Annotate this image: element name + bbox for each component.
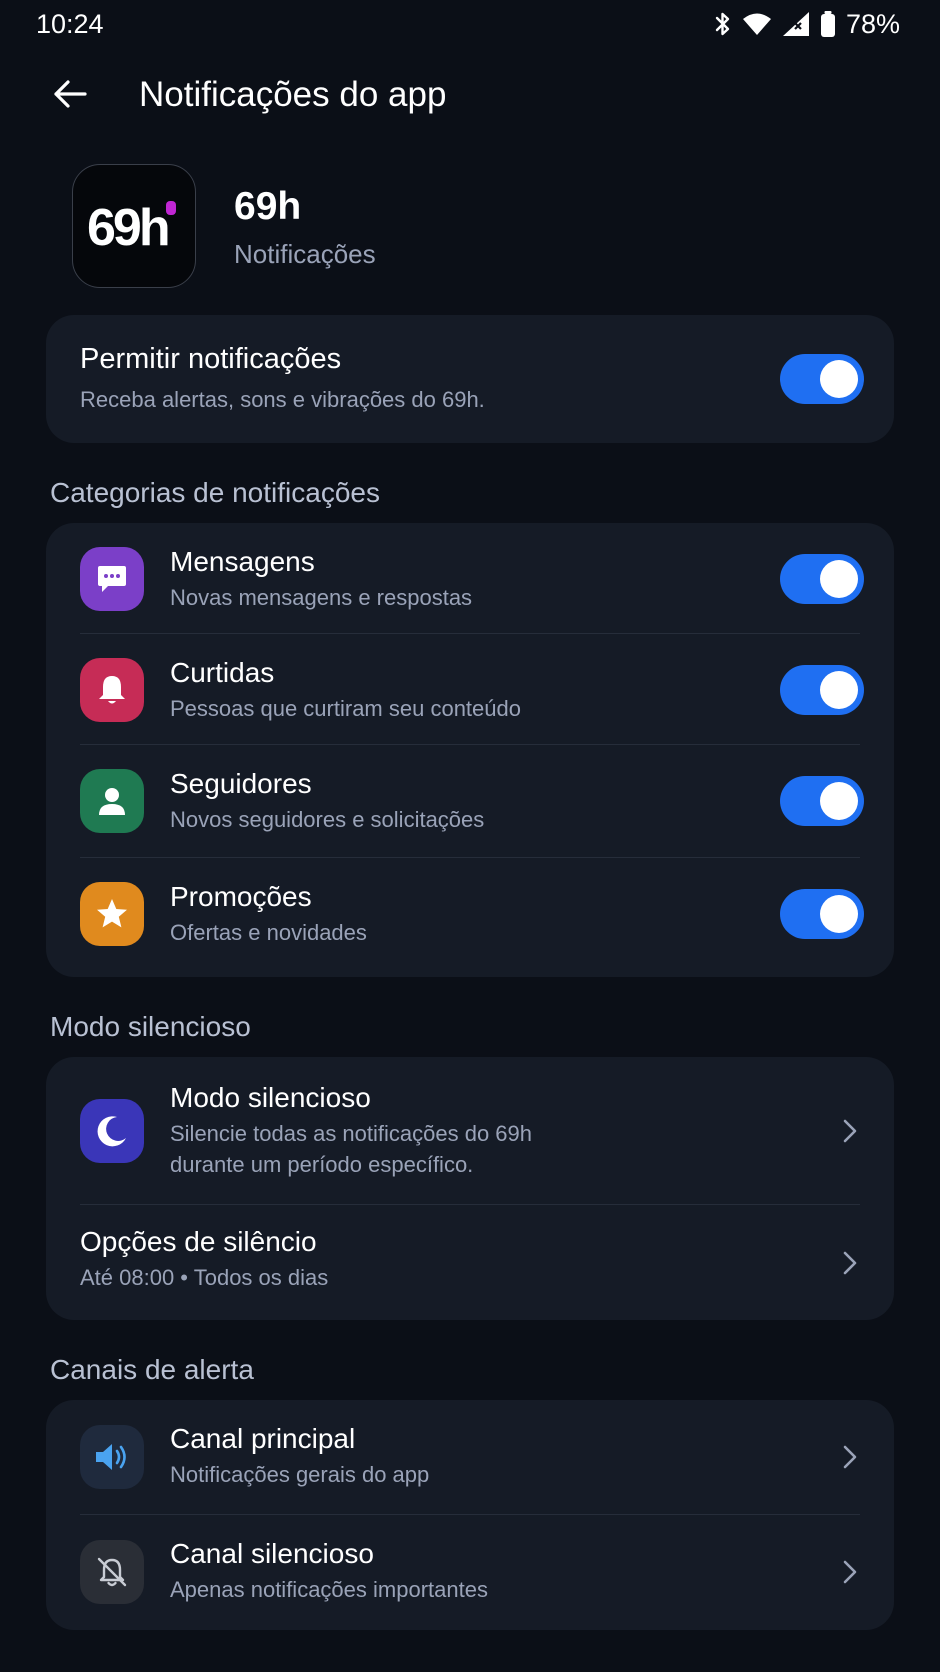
- arrow-back-icon: [53, 79, 87, 114]
- channels-card: Canal principal Notificações gerais do a…: [46, 1400, 894, 1630]
- silent-mode-subtitle-line1: Silencie todas as notificações do 69h: [170, 1121, 533, 1146]
- page-title: Notificações do app: [139, 75, 447, 114]
- categories-card: Mensagens Novas mensagens e respostas Cu…: [46, 523, 894, 977]
- toggle-curtidas[interactable]: [780, 665, 864, 715]
- chevron-right-icon: [836, 1117, 864, 1145]
- chat-bubble-icon: [80, 547, 144, 611]
- moon-icon: [80, 1099, 144, 1163]
- app-header: 69h 69h Notificações: [72, 164, 872, 290]
- toggle-knob: [820, 560, 858, 598]
- silent-mode-title: Modo silencioso: [170, 1082, 371, 1113]
- category-title: Curtidas: [170, 657, 275, 688]
- allow-notifications-card: Permitir notificações Receba alertas, so…: [46, 315, 894, 443]
- allow-notifications-row[interactable]: Permitir notificações Receba alertas, so…: [46, 315, 894, 443]
- silence-options-subtitle: Até 08:00 • Todos os dias: [80, 1265, 329, 1290]
- back-button[interactable]: [40, 66, 100, 126]
- category-subtitle: Pessoas que curtiram seu conteúdo: [170, 696, 521, 721]
- category-title: Mensagens: [170, 546, 315, 577]
- status-time: 10:24: [36, 9, 104, 39]
- toggle-seguidores[interactable]: [780, 776, 864, 826]
- allow-subtitle: Receba alertas, sons e vibrações do 69h.: [80, 387, 485, 412]
- bell-icon: [80, 658, 144, 722]
- allow-title: Permitir notificações: [80, 343, 342, 375]
- star-icon: [80, 882, 144, 946]
- app-subtitle: Notificações: [234, 239, 376, 269]
- bluetooth-icon: [714, 10, 732, 38]
- silent-mode-subtitle-line2: durante um período específico.: [170, 1152, 474, 1177]
- silence-options-row[interactable]: Opções de silêncio Até 08:00 • Todos os …: [46, 1205, 894, 1320]
- cell-signal-icon: [782, 11, 810, 37]
- silence-options-title: Opções de silêncio: [80, 1226, 317, 1257]
- category-row-curtidas[interactable]: Curtidas Pessoas que curtiram seu conteú…: [46, 634, 894, 744]
- category-row-mensagens[interactable]: Mensagens Novas mensagens e respostas: [46, 523, 894, 633]
- section-title-categories: Categorias de notificações: [50, 477, 380, 508]
- chevron-right-icon: [836, 1249, 864, 1277]
- channel-row-principal[interactable]: Canal principal Notificações gerais do a…: [46, 1400, 894, 1514]
- channel-subtitle: Apenas notificações importantes: [170, 1577, 488, 1602]
- app-logo: 69h: [72, 164, 196, 288]
- toggle-mensagens[interactable]: [780, 554, 864, 604]
- category-subtitle: Novos seguidores e solicitações: [170, 807, 485, 832]
- allow-notifications-toggle[interactable]: [780, 354, 864, 404]
- speaker-icon: [80, 1425, 144, 1489]
- toggle-knob: [820, 360, 858, 398]
- toggle-knob: [820, 895, 858, 933]
- category-subtitle: Novas mensagens e respostas: [170, 585, 473, 610]
- channel-title: Canal principal: [170, 1423, 356, 1454]
- status-icons: 78%: [714, 8, 900, 40]
- bell-off-icon: [80, 1540, 144, 1604]
- category-subtitle: Ofertas e novidades: [170, 920, 367, 945]
- chevron-right-icon: [836, 1443, 864, 1471]
- section-title-silent: Modo silencioso: [50, 1011, 251, 1042]
- silent-card: Modo silencioso Silencie todas as notifi…: [46, 1057, 894, 1320]
- battery-percent: 78%: [845, 9, 900, 39]
- section-title-channels: Canais de alerta: [50, 1354, 254, 1385]
- chevron-right-icon: [836, 1558, 864, 1586]
- silent-mode-row[interactable]: Modo silencioso Silencie todas as notifi…: [46, 1057, 894, 1204]
- status-bar: 10:24 78%: [0, 0, 940, 50]
- channel-row-silencioso[interactable]: Canal silencioso Apenas notificações imp…: [46, 1515, 894, 1630]
- app-logo-text: 69h: [87, 199, 168, 257]
- toggle-knob: [820, 671, 858, 709]
- toggle-promocoes[interactable]: [780, 889, 864, 939]
- battery-icon: [820, 10, 836, 38]
- channel-title: Canal silencioso: [170, 1538, 374, 1569]
- category-title: Promoções: [170, 881, 312, 912]
- channel-subtitle: Notificações gerais do app: [170, 1462, 430, 1487]
- toggle-knob: [820, 782, 858, 820]
- person-icon: [80, 769, 144, 833]
- category-row-seguidores[interactable]: Seguidores Novos seguidores e solicitaçõ…: [46, 745, 894, 857]
- category-title: Seguidores: [170, 768, 312, 799]
- wifi-icon: [742, 11, 772, 37]
- app-name: 69h: [234, 185, 302, 228]
- app-bar: Notificações do app: [0, 60, 940, 132]
- category-row-promocoes[interactable]: Promoções Ofertas e novidades: [46, 858, 894, 970]
